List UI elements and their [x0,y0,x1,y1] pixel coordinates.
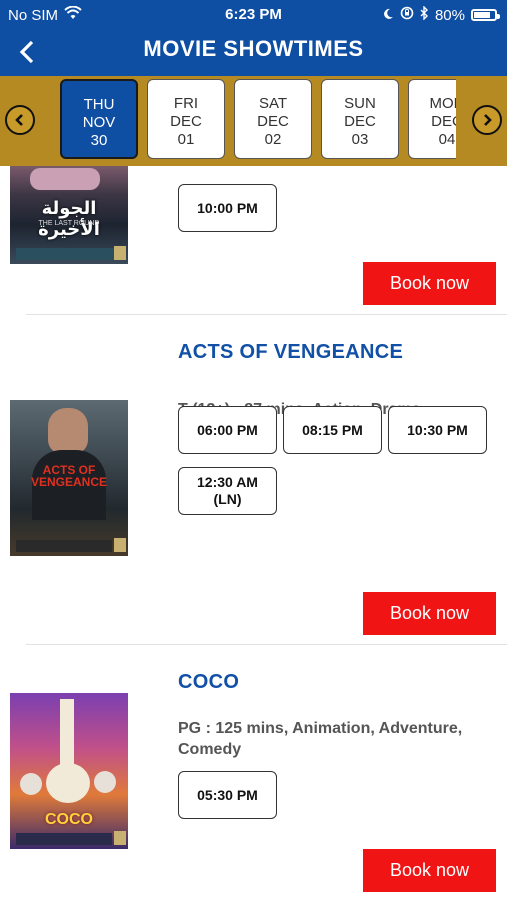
poster-guitar-neck [60,699,74,769]
date-month: DEC [257,113,289,130]
date-month: DEC [344,113,376,130]
date-month: DEC [431,113,456,130]
date-card-fri[interactable]: FRI DEC 01 [147,79,225,159]
movie-poster[interactable]: COCO [10,693,128,849]
circle-chevron-left-icon [15,114,23,126]
poster-skull [20,773,42,795]
moon-icon [382,7,394,24]
poster-guitar-body [46,763,90,803]
date-card-sun[interactable]: SUN DEC 03 [321,79,399,159]
showtime-button[interactable]: 06:00 PM [178,406,277,454]
movie-item: COCO COCO PG : 125 mins, Animation, Adve… [0,645,507,900]
status-right: 80% [382,5,500,24]
poster-banner [16,833,112,845]
movie-poster[interactable]: ACTS OF VENGEANCE [10,400,128,556]
circle-chevron-right-icon [484,114,492,126]
poster-rating-badge [114,831,126,845]
battery-fill [474,12,490,18]
date-card-mon[interactable]: MONDEC04 [408,79,456,159]
date-day: SUN [344,95,376,112]
date-date: 01 [177,131,195,148]
rotation-lock-icon [400,6,414,24]
date-day: MON [429,95,457,112]
page-title: MOVIE SHOWTIMES [143,36,364,61]
movie-item: الجولة الأخيرة THE LAST ROUND 10:00 PM B… [0,166,507,315]
date-month: NOV [82,114,116,131]
movie-title[interactable]: COCO [178,671,239,694]
showtime-button[interactable]: 08:15 PM [283,406,382,454]
date-day: SAT [258,95,288,112]
battery-label: 80% [434,6,465,24]
movie-poster[interactable]: الجولة الأخيرة THE LAST ROUND [10,166,128,264]
date-day: FRI [173,95,199,112]
book-now-button[interactable]: Book now [363,262,496,305]
nav-bar: MOVIE SHOWTIMES [0,30,507,76]
poster-face [48,408,88,454]
poster-rating-badge [114,538,126,552]
date-date: 03 [351,131,369,148]
date-month: DEC [170,113,202,130]
poster-skull [94,771,116,793]
showtime-button[interactable]: 10:30 PM [388,406,487,454]
showtime-button[interactable]: 05:30 PM [178,771,277,819]
book-now-button[interactable]: Book now [363,592,496,635]
poster-title-text: ACTS OF VENGEANCE [30,463,107,489]
date-day: THU [83,96,115,113]
showtime-button[interactable]: 10:00 PM [178,184,277,232]
date-card-sat[interactable]: SAT DEC 02 [234,79,312,159]
poster-title-text: COCO [45,811,93,828]
battery-icon [471,9,500,21]
poster-subtitle-text: THE LAST ROUND [38,220,100,227]
date-list: THUNOV30FRIDEC01SATDEC02SUNDEC03MONDEC04 [60,79,456,163]
poster-title-text: الجولة الأخيرة [38,198,100,240]
date-card-thu[interactable]: THU NOV 30 [60,79,138,159]
date-date: 30 [90,132,108,149]
poster-banner [16,540,112,552]
prev-date-button[interactable] [5,105,35,135]
poster-rating-badge [114,246,126,260]
poster-banner [16,248,114,260]
book-now-button[interactable]: Book now [363,849,496,892]
movie-item: ACTS OF VENGEANCE ACTS OF VENGEANCE T (1… [0,315,507,645]
movie-title[interactable]: ACTS OF VENGEANCE [178,341,403,364]
poster-figure [30,168,100,190]
showtime-button[interactable]: 12:30 AM (LN) [178,467,277,515]
next-date-button[interactable] [472,105,502,135]
bluetooth-icon [420,5,429,24]
status-bar: No SIM 6:23 PM 80% [0,0,507,30]
date-selector: THUNOV30FRIDEC01SATDEC02SUNDEC03MONDEC04 [0,76,507,166]
movie-list: الجولة الأخيرة THE LAST ROUND 10:00 PM B… [0,166,507,900]
movie-info: PG : 125 mins, Animation, Adventure, Com… [178,720,463,758]
date-date: 04 [438,131,456,148]
date-date: 02 [264,131,282,148]
